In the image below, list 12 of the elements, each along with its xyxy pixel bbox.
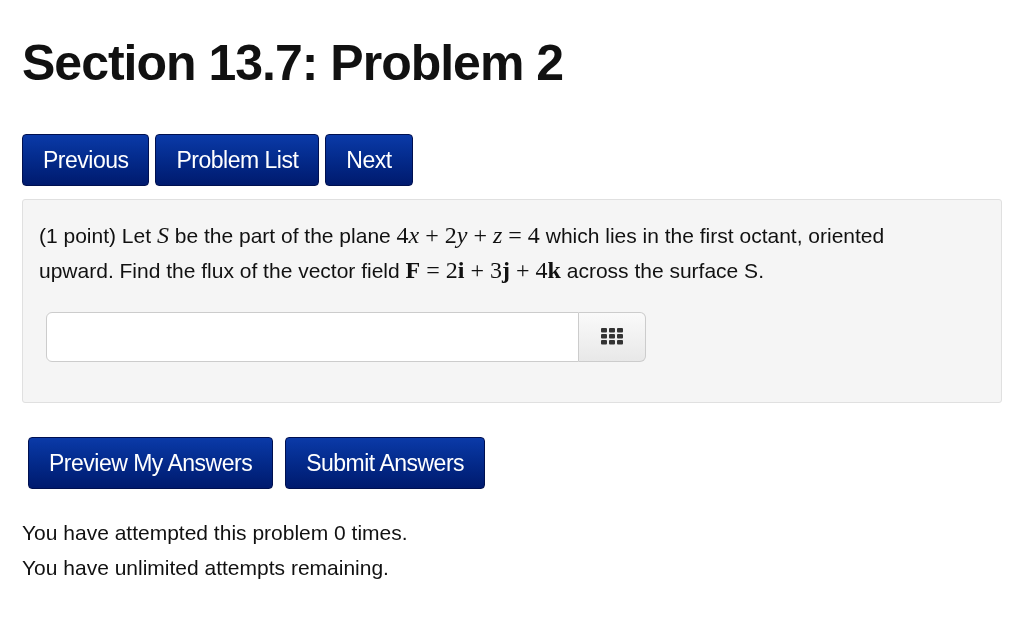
nav-button[interactable]: Problem List xyxy=(155,134,320,186)
attempts-message: You have attempted this problem 0 times. xyxy=(22,520,409,546)
attempts-message: You have unlimited attempts remaining. xyxy=(22,555,390,581)
submit-button[interactable]: Submit Answers xyxy=(285,437,486,489)
problem-statement: (1 point) Let S be the part of the plane 4x + 2y + z = 4 which lies in the first octant, oriented upward. Find the flux of the vector field F = 2i + 3j + 4k across the surface S. xyxy=(39,221,886,285)
nav-button[interactable]: Previous xyxy=(22,134,150,186)
keypad-icon xyxy=(601,328,623,346)
nav-button[interactable]: Next xyxy=(325,134,413,186)
submit-button[interactable]: Preview My Answers xyxy=(28,437,274,489)
equation-editor-button[interactable] xyxy=(579,312,646,362)
answer-field[interactable] xyxy=(46,312,579,362)
page-title: Section 13.7: Problem 2 xyxy=(22,38,565,88)
